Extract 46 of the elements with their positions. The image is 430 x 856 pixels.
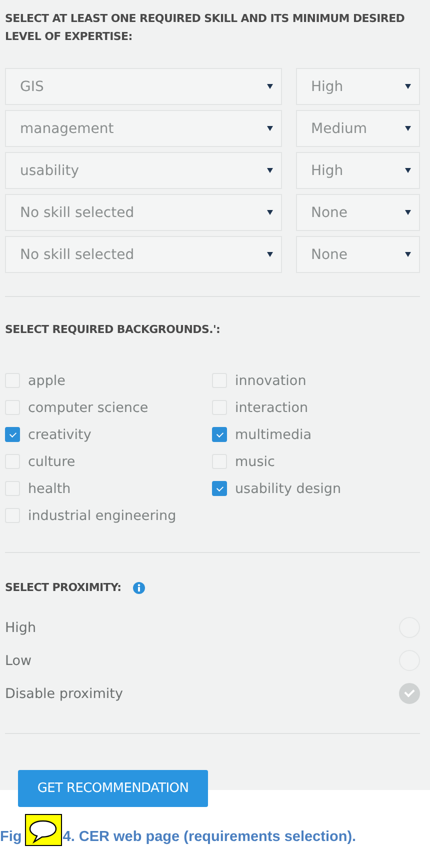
checkbox[interactable] (212, 481, 227, 496)
checkbox-label: computer science (28, 400, 148, 416)
radio-button[interactable] (399, 683, 420, 704)
caption-text: 4. CER web page (requirements selection). (62, 829, 356, 846)
option-label: High (5, 620, 36, 636)
checkbox-label: creativity (28, 426, 92, 442)
dropdown-caret-icon (267, 84, 273, 89)
option-label: Low (5, 652, 32, 668)
level-select[interactable]: Medium (296, 110, 420, 147)
info-icon (133, 582, 146, 594)
checkbox-label: health (28, 480, 71, 496)
checkbox-label: music (235, 454, 275, 470)
checkbox-label: interaction (235, 400, 308, 416)
dropdown-caret-icon (267, 126, 273, 131)
dropdown-caret-icon (405, 252, 411, 257)
dropdown-caret-icon (405, 168, 411, 173)
level-select[interactable]: None (296, 194, 420, 231)
section-heading: SELECT REQUIRED BACKGROUNDS.': (5, 322, 222, 338)
skill-select[interactable]: No skill selected (5, 194, 282, 231)
dropdown-caret-icon (267, 168, 273, 173)
checkbox-label: culture (28, 454, 76, 470)
checkbox-label: innovation (235, 372, 306, 388)
caption-text: Fig (0, 829, 22, 846)
section-heading: SELECT AT LEAST ONE REQUIRED SKILL AND ITS MINIMUM DESIRED LEVEL OF EXPERTISE: (5, 11, 406, 45)
checkbox-label: apple (28, 372, 66, 388)
level-select[interactable]: None (296, 236, 420, 273)
skill-select[interactable]: No skill selected (5, 236, 282, 273)
dropdown-caret-icon (267, 252, 273, 257)
dropdown-caret-icon (405, 84, 411, 89)
dropdown-caret-icon (267, 210, 273, 215)
dropdown-caret-icon (405, 210, 411, 215)
level-select[interactable]: High (296, 68, 420, 105)
checkbox-label: multimedia (235, 426, 312, 442)
get-recommendation-button[interactable]: GET RECOMMENDATION (18, 770, 208, 807)
skill-select[interactable]: GIS (5, 68, 282, 105)
skill-select[interactable]: usability (5, 152, 282, 189)
comment-icon (24, 814, 62, 846)
checkbox-label: usability design (235, 480, 342, 496)
skill-select[interactable]: management (5, 110, 282, 147)
checkbox[interactable] (212, 427, 227, 442)
section-heading: SELECT PROXIMITY: (5, 580, 122, 596)
checkbox[interactable] (5, 427, 20, 442)
option-label: Disable proximity (5, 686, 123, 702)
checkbox-label: industrial engineering (28, 508, 176, 524)
level-select[interactable]: High (296, 152, 420, 189)
dropdown-caret-icon (405, 126, 411, 131)
